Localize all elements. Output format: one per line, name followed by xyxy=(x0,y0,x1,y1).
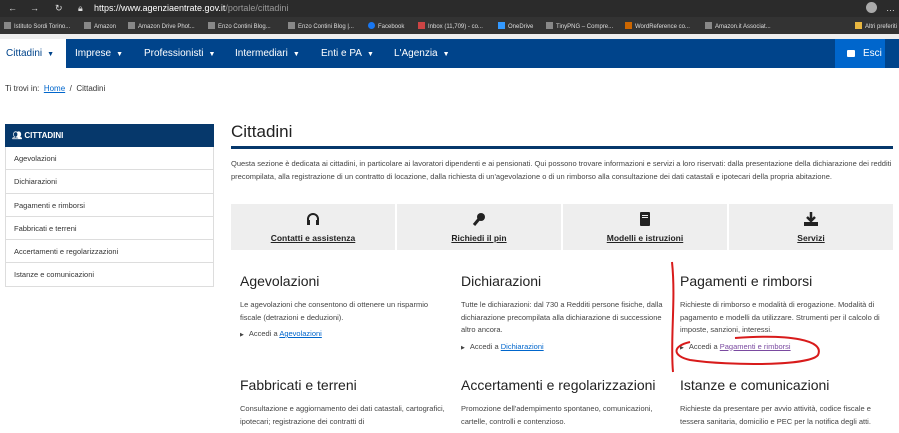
red-annotation xyxy=(0,0,899,429)
